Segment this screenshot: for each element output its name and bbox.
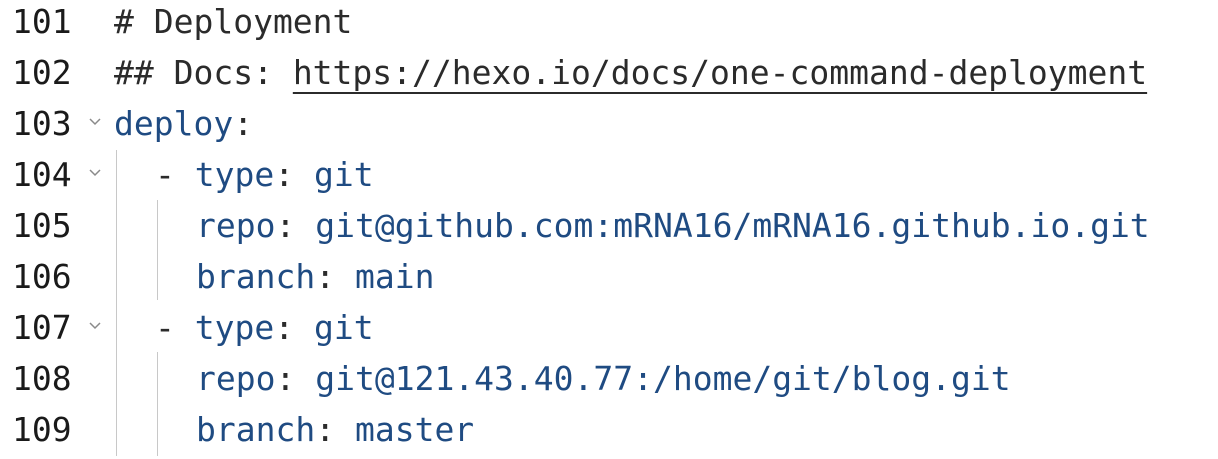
indent-guide xyxy=(116,150,117,456)
code-content: ## Docs: https://hexo.io/docs/one-comman… xyxy=(114,51,1147,102)
yaml-key: branch xyxy=(196,410,316,449)
code-line-101[interactable]: 101 # Deployment xyxy=(0,0,1218,51)
code-line-102[interactable]: 102 ## Docs: https://hexo.io/docs/one-co… xyxy=(0,51,1218,102)
indent-guide xyxy=(157,352,158,456)
yaml-key: branch xyxy=(196,257,316,296)
line-number: 103 xyxy=(12,104,72,143)
yaml-value: git@github.com:mRNA16/mRNA16.github.io.g… xyxy=(315,206,1150,245)
line-number: 101 xyxy=(12,2,72,41)
code-line-109[interactable]: 109 branch: master xyxy=(0,408,1218,459)
code-content: - type: git xyxy=(155,306,374,357)
yaml-value: git@121.43.40.77:/home/git/blog.git xyxy=(315,359,1011,398)
yaml-colon: : xyxy=(315,257,355,296)
yaml-colon: : xyxy=(274,308,314,347)
yaml-value: master xyxy=(354,410,475,449)
yaml-colon: : xyxy=(315,410,355,449)
yaml-colon: : xyxy=(275,359,316,398)
code-line-105[interactable]: 105 repo: git@github.com:mRNA16/mRNA16.g… xyxy=(0,204,1218,255)
code-content: branch: master xyxy=(196,408,474,459)
yaml-key: repo xyxy=(196,359,276,398)
yaml-value: main xyxy=(354,257,435,296)
code-content: deploy: xyxy=(114,102,253,153)
yaml-key: type xyxy=(194,155,275,194)
line-number: 102 xyxy=(12,53,72,92)
code-content: repo: git@121.43.40.77:/home/git/blog.gi… xyxy=(196,357,1011,408)
yaml-colon: : xyxy=(274,155,314,194)
line-number: 106 xyxy=(12,257,72,296)
yaml-colon: : xyxy=(233,104,254,143)
code-line-103[interactable]: 103 deploy: xyxy=(0,102,1218,153)
yaml-value: git xyxy=(313,308,374,347)
code-line-104[interactable]: 104 - type: git xyxy=(0,153,1218,204)
list-dash: - xyxy=(155,308,195,347)
yaml-key: deploy xyxy=(114,104,234,143)
chevron-down-icon[interactable] xyxy=(88,166,102,180)
code-editor[interactable]: 101 # Deployment 102 ## Docs: https://he… xyxy=(0,0,1218,459)
code-line-107[interactable]: 107 - type: git xyxy=(0,306,1218,357)
line-number: 108 xyxy=(12,359,72,398)
comment-text: # Deployment xyxy=(114,2,353,41)
line-number: 107 xyxy=(12,308,72,347)
indent-guide xyxy=(157,200,158,300)
code-content: branch: main xyxy=(196,255,434,306)
yaml-key: repo xyxy=(196,206,276,245)
yaml-key: type xyxy=(194,308,275,347)
code-line-108[interactable]: 108 repo: git@121.43.40.77:/home/git/blo… xyxy=(0,357,1218,408)
comment-prefix: ## Docs: xyxy=(114,53,293,92)
yaml-value: git xyxy=(313,155,374,194)
code-content: - type: git xyxy=(155,153,374,204)
line-number: 105 xyxy=(12,206,72,245)
list-dash: - xyxy=(155,155,195,194)
chevron-down-icon[interactable] xyxy=(88,115,102,129)
code-line-106[interactable]: 106 branch: main xyxy=(0,255,1218,306)
code-content: repo: git@github.com:mRNA16/mRNA16.githu… xyxy=(196,204,1150,255)
yaml-colon: : xyxy=(275,206,316,245)
line-number: 104 xyxy=(12,155,72,194)
chevron-down-icon[interactable] xyxy=(88,319,102,333)
line-number: 109 xyxy=(12,410,72,449)
docs-link[interactable]: https://hexo.io/docs/one-command-deploym… xyxy=(293,53,1147,92)
